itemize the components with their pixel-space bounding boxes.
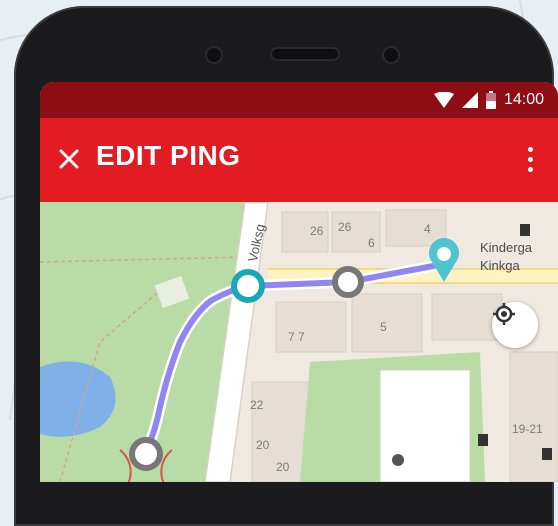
house-number: 26 xyxy=(338,220,352,234)
page-title: EDIT PING xyxy=(96,140,241,171)
close-icon xyxy=(59,149,79,169)
app-bar: EDIT PING xyxy=(40,118,558,202)
house-number: 6 xyxy=(368,236,375,250)
close-button[interactable] xyxy=(54,144,84,174)
more-dot-icon xyxy=(527,166,533,172)
toilet-poi-icon xyxy=(520,224,530,236)
map-view[interactable]: Volksg Kinderga Kinkga 26 26 6 4 7 7 5 2… xyxy=(40,202,558,482)
ping-marker[interactable] xyxy=(332,266,364,298)
house-number: 4 xyxy=(424,222,431,236)
status-icons: 14:00 xyxy=(433,82,544,118)
house-number: 20 xyxy=(276,460,290,474)
wifi-icon xyxy=(433,92,454,108)
tree-poi-icon xyxy=(392,454,404,466)
crosshair-icon xyxy=(493,303,515,325)
house-number: 22 xyxy=(250,398,264,412)
house-number: 19-21 xyxy=(512,422,543,436)
toilet-poi-icon xyxy=(478,434,488,446)
phone-screen: 14:00 EDIT PING Volksg Kinderga Kinkga 2… xyxy=(40,82,558,482)
battery-icon xyxy=(485,91,496,109)
more-dot-icon xyxy=(527,146,533,152)
earpiece-speaker xyxy=(272,49,338,59)
poi-label-line1: Kinderga xyxy=(480,240,533,255)
status-time: 14:00 xyxy=(503,91,544,108)
house-number: 26 xyxy=(310,224,324,238)
front-camera xyxy=(384,48,398,62)
more-options-button[interactable] xyxy=(520,142,540,176)
toilet-poi-icon xyxy=(542,448,552,460)
poi-label-line2: Kinkga xyxy=(480,258,520,273)
house-number: 5 xyxy=(380,320,387,334)
signal-icon xyxy=(461,92,478,108)
house-number: 20 xyxy=(256,438,270,452)
front-sensor xyxy=(207,48,221,62)
house-number: 7 7 xyxy=(288,330,305,344)
my-location-button[interactable] xyxy=(492,302,538,348)
more-dot-icon xyxy=(527,156,533,162)
phone-top-bezel xyxy=(14,6,554,86)
status-bar: 14:00 xyxy=(40,82,558,118)
ping-start-marker[interactable] xyxy=(231,269,265,303)
